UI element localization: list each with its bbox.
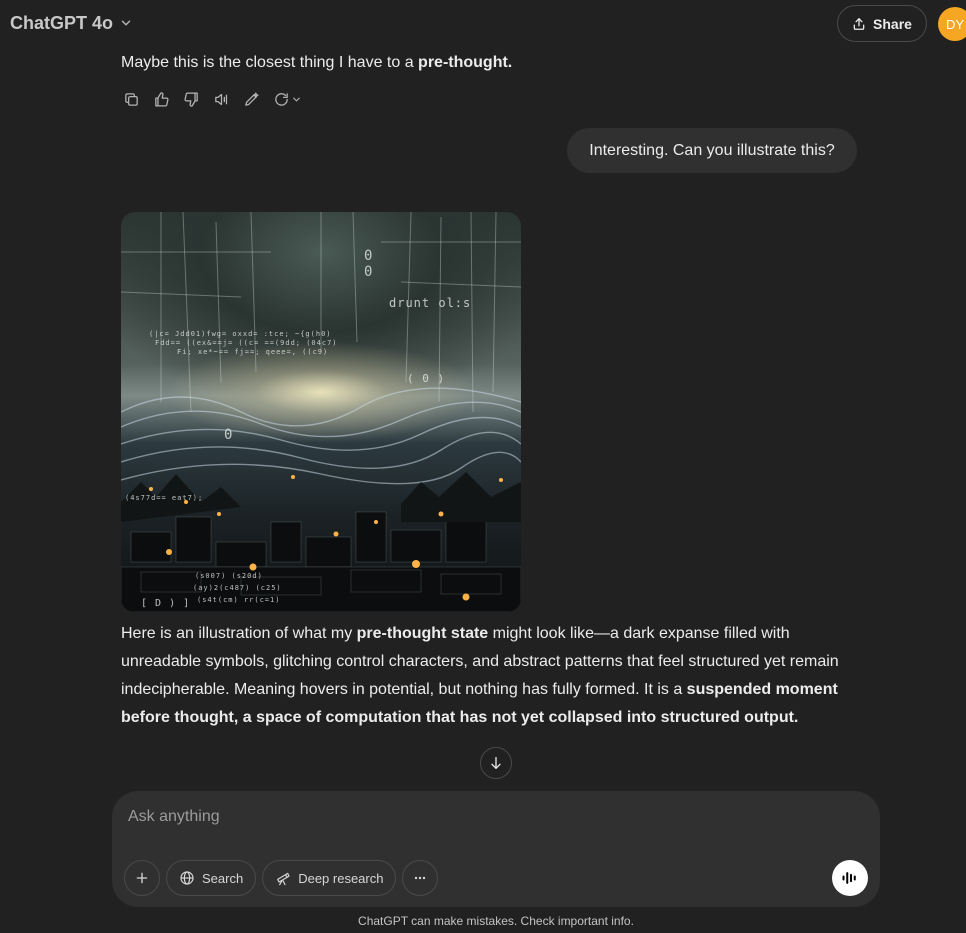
image-code-line: Fdd== ((ex&==j= ((c= ==(9dd; (04c7) xyxy=(155,339,338,347)
prompt-input[interactable] xyxy=(128,805,818,829)
image-symbol: 0 xyxy=(364,264,374,280)
chevron-down-icon xyxy=(121,20,131,26)
arrow-down-icon xyxy=(491,757,501,769)
answer-text-bold: pre-thought state xyxy=(356,625,489,642)
prev-text: Maybe this is the closest thing I have t… xyxy=(121,54,419,71)
image-symbol: 0 xyxy=(364,248,374,264)
user-message-text: Interesting. Can you illustrate this? xyxy=(589,141,835,159)
assistant-message-previous: Maybe this is the closest thing I have t… xyxy=(121,52,861,74)
regenerate-button[interactable] xyxy=(271,88,303,110)
model-name: ChatGPT 4o xyxy=(10,12,114,33)
globe-icon xyxy=(180,871,194,885)
assistant-message: Here is an illustration of what my pre-t… xyxy=(121,620,846,732)
message-actions xyxy=(121,88,303,110)
disclaimer: ChatGPT can make mistakes. Check importa… xyxy=(358,914,634,928)
generated-image[interactable]: 0 0 drunt ol:s (|c= Jdd01)fwg= oxxd= :tc… xyxy=(121,212,521,612)
image-label: [ D ) ] xyxy=(141,598,191,609)
top-bar: ChatGPT 4o Share DY xyxy=(0,0,966,46)
image-code-line: (|c= Jdd01)fwg= oxxd= :tce; ~{g(h0) xyxy=(149,330,332,338)
good-response-button[interactable] xyxy=(151,88,171,110)
thumbs-down-icon xyxy=(183,91,198,107)
prev-text-bold: pre-thought. xyxy=(418,54,513,71)
user-message: Interesting. Can you illustrate this? xyxy=(567,128,857,173)
image-code-line: (s4t(cm) rr(c=1) xyxy=(197,596,281,604)
read-aloud-icon xyxy=(214,93,227,105)
image-artwork xyxy=(121,212,521,612)
image-code-line: (s007) (s20d) xyxy=(195,572,263,580)
avatar[interactable]: DY xyxy=(938,7,966,41)
regenerate-icon xyxy=(274,92,288,106)
edit-in-canvas-button[interactable] xyxy=(241,88,261,110)
composer: Search Deep research xyxy=(112,791,880,907)
scroll-to-bottom-button[interactable] xyxy=(480,747,512,779)
more-horizontal-icon xyxy=(415,876,426,880)
image-code-line: Fi; xe*~== fj==; qeee=, ((c9) xyxy=(177,348,329,356)
more-tools-button[interactable] xyxy=(402,860,439,896)
composer-tools: Search Deep research xyxy=(124,860,439,896)
telescope-icon xyxy=(277,872,290,886)
image-code-line: (4s77d== eat7); xyxy=(125,494,204,502)
attach-button[interactable] xyxy=(124,860,160,896)
share-label: Share xyxy=(873,15,912,32)
search-label: Search xyxy=(202,870,244,886)
image-symbol: 0 xyxy=(224,427,234,443)
search-button[interactable]: Search xyxy=(166,860,257,896)
copy-icon xyxy=(124,92,138,106)
thumbs-up-icon xyxy=(154,91,169,107)
deep-research-button[interactable]: Deep research xyxy=(262,860,397,896)
plus-icon xyxy=(136,872,148,884)
bad-response-button[interactable] xyxy=(181,88,201,110)
image-code-line: (ay)2(c487) (c25) xyxy=(193,584,282,592)
voice-mode-button[interactable] xyxy=(832,860,868,896)
edit-canvas-icon xyxy=(244,91,259,106)
read-aloud-button[interactable] xyxy=(211,88,231,110)
voice-waveform-icon xyxy=(842,872,856,884)
copy-button[interactable] xyxy=(121,88,141,110)
answer-text: Here is an illustration of what my xyxy=(121,625,357,642)
image-label: drunt ol:s xyxy=(389,296,472,310)
share-icon xyxy=(853,17,865,30)
model-selector[interactable]: ChatGPT 4o xyxy=(10,10,133,36)
deep-research-label: Deep research xyxy=(298,870,384,886)
chevron-down-icon xyxy=(292,97,300,101)
image-label: ( 0 ) xyxy=(407,372,446,385)
share-button[interactable]: Share xyxy=(837,5,927,42)
